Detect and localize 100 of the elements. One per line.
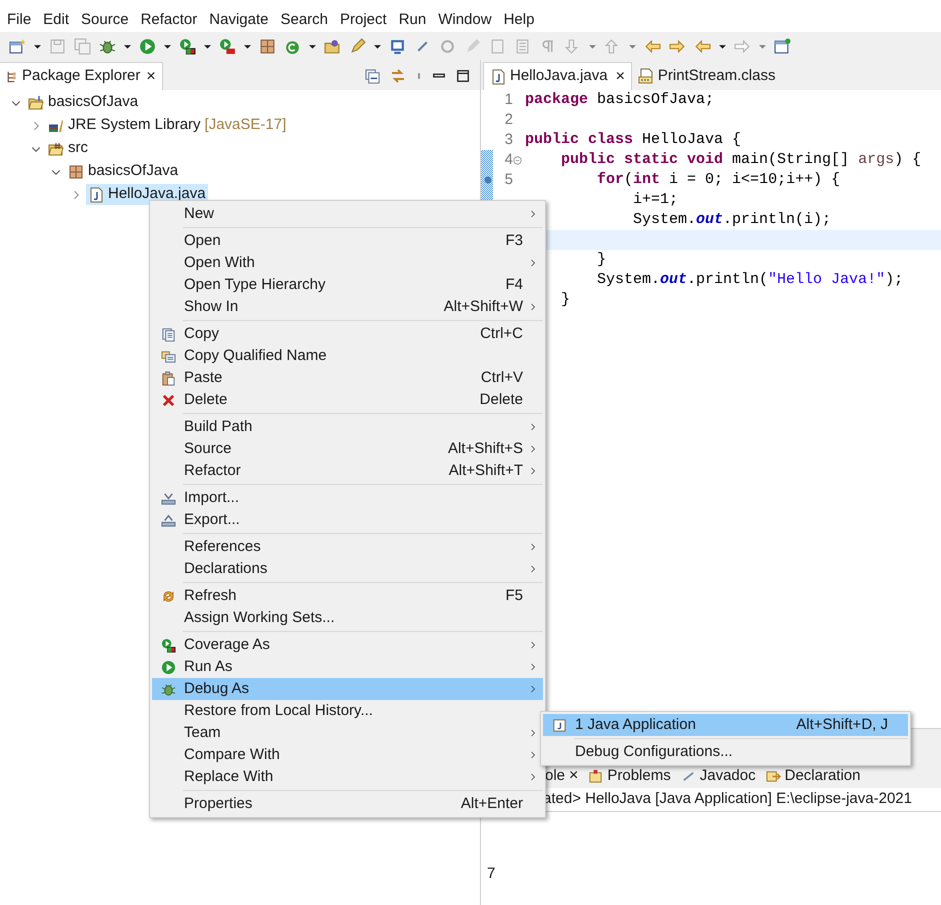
tree-item[interactable]: basicsOfJava [26, 92, 140, 113]
open-perspective-icon[interactable] [774, 38, 790, 54]
java-app-icon [552, 718, 566, 732]
menu-item[interactable]: Run [392, 8, 432, 32]
line-number: 3 [504, 130, 513, 148]
monitor-icon[interactable] [388, 38, 406, 54]
menu-item[interactable]: Delete Delete [152, 389, 543, 411]
back-arrow-icon[interactable] [694, 38, 710, 54]
menu-item[interactable]: Coverage As [152, 634, 543, 656]
menu-item[interactable]: Team [152, 722, 543, 744]
package-explorer-icon [6, 70, 18, 84]
library-icon [48, 118, 64, 134]
open-folder-icon[interactable] [324, 38, 340, 54]
menu-item[interactable]: Refactor [134, 8, 204, 32]
coverage-icon[interactable] [178, 38, 196, 54]
pencil-icon[interactable] [348, 38, 366, 54]
menu-item[interactable]: Window [432, 8, 498, 32]
list-icon[interactable] [514, 38, 530, 54]
panel-tab[interactable]: Problems [588, 764, 671, 788]
code-line: public class HelloJava { [525, 130, 742, 150]
menu-item[interactable]: Paste Ctrl+V [152, 367, 543, 389]
collapse-all-icon[interactable] [365, 68, 380, 84]
console-output: 7 [487, 864, 496, 884]
delete-icon [160, 392, 176, 408]
code-line: package basicsOfJava; [525, 90, 714, 110]
line-number: 5 [504, 170, 513, 188]
tree-item[interactable]: src [46, 138, 90, 159]
forward-arrow-icon[interactable] [734, 38, 750, 54]
menu-item[interactable]: Debug Configurations... [543, 741, 908, 763]
menu-item[interactable]: Copy Ctrl+C [152, 323, 543, 345]
previous-annotation-icon[interactable] [604, 38, 620, 54]
package-explorer-tab[interactable]: Package Explorer × [0, 62, 163, 90]
menu-item[interactable]: Refresh F5 [152, 585, 543, 607]
menu-item[interactable]: Navigate [203, 8, 274, 32]
save-icon[interactable] [48, 38, 66, 54]
declaration-icon [766, 768, 781, 784]
menu-item[interactable]: Open F3 [152, 230, 543, 252]
tree-item[interactable]: basicsOfJava [66, 161, 180, 182]
code-line: public static void main(String[] args) { [561, 150, 922, 170]
panel-tab[interactable]: Declaration [766, 764, 860, 788]
close-icon[interactable]: × [569, 764, 578, 788]
menu-item[interactable]: Refactor Alt+Shift+T [152, 460, 543, 482]
paste-icon [160, 370, 176, 386]
menu-item[interactable]: Declarations [152, 558, 543, 580]
package-icon[interactable] [258, 38, 276, 54]
editor-tab[interactable]: HelloJava.java × [483, 62, 632, 90]
link-arrows-icon[interactable] [390, 68, 406, 84]
menu-item[interactable]: Import... [152, 487, 543, 509]
menu-item[interactable]: Source [75, 8, 135, 32]
menu-item[interactable]: Assign Working Sets... [152, 607, 543, 629]
copy-qualified-icon [160, 348, 176, 364]
panel-tab[interactable]: ole × [545, 764, 578, 788]
menu-item[interactable]: Replace With [152, 766, 543, 788]
document-icon[interactable] [488, 38, 506, 54]
menu-item[interactable]: Show In Alt+Shift+W [152, 296, 543, 318]
panel-tab[interactable]: Javadoc [680, 764, 756, 788]
refresh-icon [160, 588, 176, 604]
menu-item[interactable]: Copy Qualified Name [152, 345, 543, 367]
menu-item[interactable]: Source Alt+Shift+S [152, 438, 543, 460]
next-edit-icon[interactable] [668, 38, 686, 54]
java-file-icon [88, 186, 104, 202]
menu-item[interactable]: Project [334, 8, 393, 32]
menu-item[interactable]: Compare With [152, 744, 543, 766]
menu-item[interactable]: Edit [37, 8, 76, 32]
code-line: for(int i = 0; i<=10;i++) { [597, 170, 840, 190]
menu-item[interactable]: New [152, 203, 543, 225]
menu-item[interactable]: Search [274, 8, 334, 32]
project-icon [28, 94, 44, 110]
save-all-icon[interactable] [74, 38, 90, 54]
menu-item[interactable]: Open Type Hierarchy F4 [152, 274, 543, 296]
close-icon[interactable]: × [146, 64, 156, 88]
line-number: 4 [504, 150, 513, 168]
menu-item[interactable]: Open With [152, 252, 543, 274]
menu-item[interactable]: Build Path [152, 416, 543, 438]
tree-item[interactable]: JRE System Library [JavaSE-17] [46, 115, 288, 136]
code-line: System.out.println("Hello Java!"); [597, 270, 904, 290]
menu-item[interactable]: Debug As [152, 678, 543, 700]
close-icon[interactable]: × [616, 64, 625, 88]
new-file-icon[interactable] [8, 38, 26, 54]
maximize-icon[interactable] [456, 69, 470, 83]
run-icon [160, 660, 176, 674]
code-line: System.out.println(i); [633, 210, 832, 230]
code-line: } [561, 290, 570, 310]
menu-item[interactable]: Export... [152, 509, 543, 531]
menu-item[interactable]: File [1, 8, 38, 32]
run-icon[interactable] [138, 38, 156, 54]
next-annotation-icon[interactable] [564, 38, 580, 54]
line-number: 2 [504, 110, 513, 128]
menu-item[interactable]: References [152, 536, 543, 558]
debug-icon [160, 682, 176, 696]
menu-item[interactable]: Properties Alt+Enter [152, 793, 543, 815]
menu-item[interactable]: Run As [152, 656, 543, 678]
menu-item[interactable]: 1 Java Application Alt+Shift+D, J [543, 714, 908, 736]
menu-item[interactable]: Help [498, 8, 540, 32]
package-icon [68, 164, 84, 180]
line-number: 1 [504, 90, 513, 108]
last-edit-icon[interactable] [644, 38, 660, 54]
fold-icon[interactable] [513, 156, 522, 164]
menu-item[interactable]: Restore from Local History... [152, 700, 543, 722]
class-file-icon [638, 68, 654, 84]
